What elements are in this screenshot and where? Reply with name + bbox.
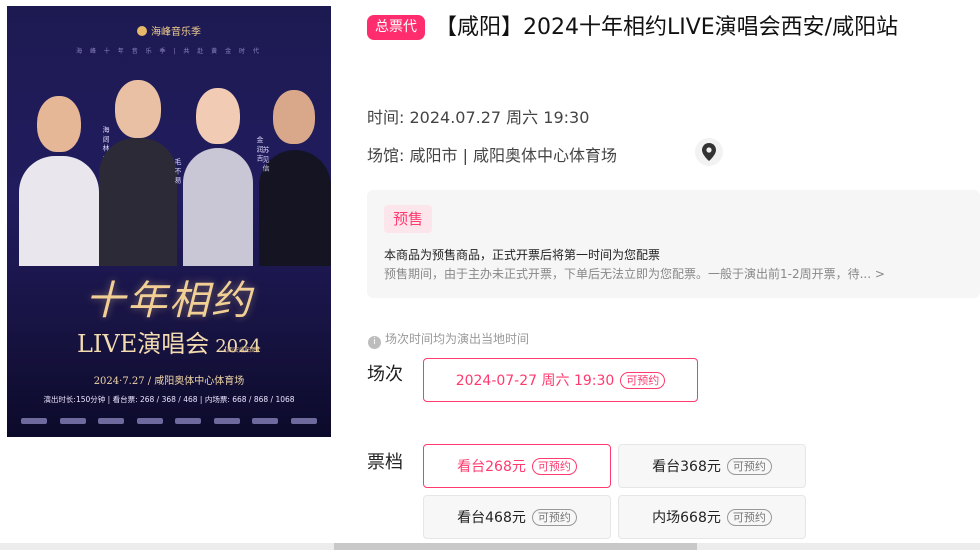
- event-venue: 场馆: 咸阳市 | 咸阳奥体中心体育场: [367, 146, 618, 165]
- info-icon: i: [368, 336, 381, 349]
- agent-tag: 总票代: [367, 15, 425, 40]
- artist-body: [19, 156, 99, 266]
- poster-live-text: LIVE演唱会: [76, 330, 210, 358]
- bottom-bar: [0, 543, 980, 550]
- tier-option[interactable]: 内场668元 可预约: [618, 495, 806, 539]
- sponsor-logo: [59, 418, 86, 424]
- availability-badge: 可预约: [531, 508, 577, 526]
- availability-badge: 可预约: [620, 371, 666, 389]
- artist-head: [196, 88, 240, 144]
- poster-brand: 海峰音乐季: [7, 23, 331, 38]
- artist-figure: 苏 见 信: [259, 66, 331, 266]
- session-label: 场次: [367, 364, 403, 385]
- sponsor-logo: [21, 418, 47, 424]
- location-pin-icon: [702, 143, 716, 161]
- artist-head: [273, 90, 315, 144]
- presale-badge: 预售: [384, 205, 433, 233]
- tier-option[interactable]: 看台268元 可预约: [423, 444, 611, 488]
- poster-city: 【西安咸阳站】: [221, 347, 264, 354]
- event-title: 【咸阳】2024十年相约LIVE演唱会西安/咸阳站: [435, 15, 899, 40]
- tier-option-text: 看台468元: [457, 510, 526, 526]
- artist-head: [115, 80, 161, 138]
- artist-head: [37, 96, 81, 152]
- presale-notice-detail: 预售期间，由于主办未正式开票，下单后无法立即为您配票。一般于演出前1-2周开票，…: [384, 267, 885, 281]
- presale-notice-text: 本商品为预售商品，正式开票后将第一时间为您配票: [384, 248, 661, 262]
- sponsor-logo: [98, 418, 125, 424]
- map-location-button[interactable]: [695, 138, 723, 166]
- availability-badge: 可预约: [531, 457, 577, 475]
- artist-body: [183, 148, 253, 266]
- tier-label: 票档: [367, 452, 403, 473]
- brand-logo-icon: [137, 26, 147, 36]
- timezone-note: i 场次时间均为演出当地时间: [368, 330, 529, 349]
- availability-badge: 可预约: [726, 457, 772, 475]
- artist-name: 苏 见 信: [262, 146, 270, 172]
- sponsor-logo: [175, 418, 202, 424]
- tier-option-text: 看台368元: [652, 459, 721, 475]
- tier-option-text: 内场668元: [652, 510, 721, 526]
- sponsor-logo: [213, 418, 240, 424]
- poster-tagline: 海 峰 十 年 音 乐 季 | 共 赴 黄 金 时 代: [76, 48, 262, 55]
- poster-sponsor-logos: [21, 418, 317, 428]
- poster-subtitle: LIVE演唱会 2024: [7, 324, 331, 359]
- session-option[interactable]: 2024-07-27 周六 19:30 可预约: [423, 358, 698, 402]
- poster-date: 2024·7.27 / 咸阳奥体中心体育场: [93, 376, 245, 387]
- presale-notice[interactable]: 预售 本商品为预售商品，正式开票后将第一时间为您配票 预售期间，由于主办未正式开…: [367, 190, 980, 298]
- bottom-bar-segment: [334, 543, 697, 550]
- artist-figure: 毛 不 易: [99, 66, 182, 266]
- poster-title: 十年相约: [85, 278, 253, 324]
- artist-figure: 金 润 吉: [179, 66, 264, 266]
- tier-option[interactable]: 看台468元 可预约: [423, 495, 611, 539]
- sponsor-logo: [136, 418, 163, 424]
- tier-option[interactable]: 看台368元 可预约: [618, 444, 806, 488]
- tier-option-text: 看台268元: [457, 459, 526, 475]
- poster-prices: 演出时长:150分钟 | 看台票: 268 / 368 / 468 | 内场票:…: [43, 395, 295, 404]
- artist-figure: 海 阔 林 木: [19, 66, 110, 266]
- availability-badge: 可预约: [726, 508, 772, 526]
- event-time: 时间: 2024.07.27 周六 19:30: [367, 108, 590, 127]
- event-poster: 海峰音乐季 海 峰 十 年 音 乐 季 | 共 赴 黄 金 时 代 海 阔 林 …: [7, 6, 331, 437]
- poster-artists: 海 阔 林 木 毛 不 易 金 润 吉 苏 见 信: [7, 66, 331, 266]
- session-option-text: 2024-07-27 周六 19:30: [455, 373, 615, 389]
- sponsor-logo: [290, 418, 317, 424]
- sponsor-logo: [252, 418, 279, 424]
- artist-body: [99, 138, 177, 266]
- event-title-row: 总票代 【咸阳】2024十年相约LIVE演唱会西安/咸阳站: [367, 10, 980, 46]
